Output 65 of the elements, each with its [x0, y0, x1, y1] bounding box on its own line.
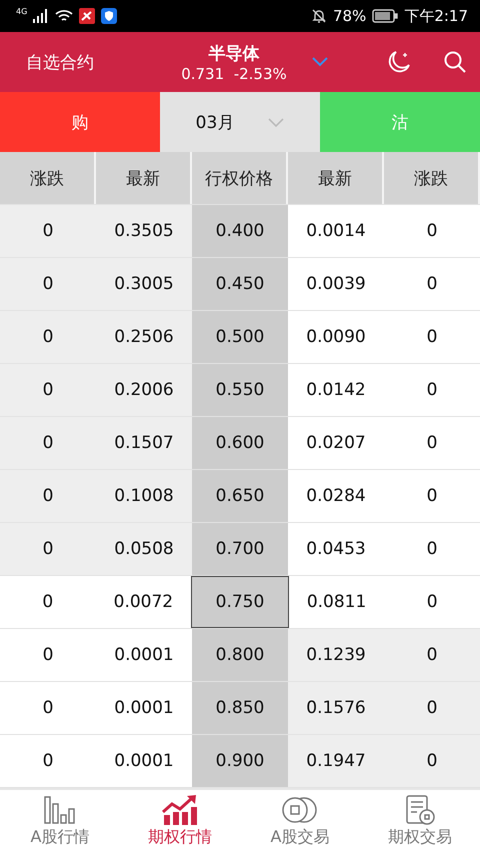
table-cell: 0 [0, 205, 96, 257]
watchlist-link[interactable]: 自选合约 [26, 50, 156, 74]
strike-cell: 0.850 [192, 682, 288, 734]
table-cell: 0.1947 [288, 735, 384, 787]
chevron-down-icon [268, 118, 284, 126]
moon-icon[interactable] [386, 49, 412, 75]
strike-cell: 0.450 [192, 258, 288, 310]
month-dropdown[interactable]: 03月 [160, 92, 320, 152]
table-cell: 0.1239 [288, 629, 384, 681]
clock: 下午2:17 [404, 6, 468, 26]
column-header: 涨跌 [0, 152, 96, 204]
strike-cell: 0.550 [192, 364, 288, 416]
nav-label: 期权交易 [388, 827, 452, 848]
app-icon [79, 8, 96, 24]
wifi-icon [55, 9, 74, 23]
table-cell: 0.0508 [96, 523, 192, 575]
table-cell: 0.3505 [96, 205, 192, 257]
table-cell: 0 [384, 629, 480, 681]
strike-cell: 0.400 [192, 205, 288, 257]
strike-cell: 0.900 [192, 735, 288, 787]
nav-tab[interactable]: A股交易 [240, 790, 360, 853]
nav-label: 期权行情 [148, 827, 212, 848]
nav-label: A股行情 [30, 827, 90, 848]
table-cell: 0 [0, 470, 96, 522]
nav-tab[interactable]: 期权交易 [360, 790, 480, 853]
signal-icon [33, 9, 50, 23]
nav-tab[interactable]: A股行情 [0, 790, 120, 853]
bell-muted-icon [310, 8, 327, 24]
table-cell: 0.1576 [288, 682, 384, 734]
table-cell: 0 [0, 311, 96, 363]
battery-icon [372, 9, 398, 23]
bar-chart-icon [43, 795, 77, 825]
coins-icon [281, 795, 319, 825]
column-header: 涨跌 [384, 152, 480, 204]
table-cell: 0 [0, 523, 96, 575]
strike-cell: 0.500 [192, 311, 288, 363]
table-cell: 0 [384, 735, 480, 787]
column-header: 行权价格 [192, 152, 288, 204]
shield-icon [101, 8, 118, 24]
column-header: 最新 [96, 152, 192, 204]
table-cell: 0.1008 [96, 470, 192, 522]
table-cell: 0.1507 [96, 417, 192, 469]
strike-cell: 0.700 [192, 523, 288, 575]
document-icon [404, 795, 436, 825]
battery-percent: 78% [332, 7, 366, 25]
underlying-price: 0.731 -2.53% [181, 64, 287, 82]
strike-cell: 0.750 [191, 576, 289, 628]
network-type: 4G [16, 7, 28, 16]
search-icon[interactable] [444, 51, 466, 73]
table-cell: 0.3005 [96, 258, 192, 310]
table-cell: 0 [384, 682, 480, 734]
table-cell: 0.2506 [96, 311, 192, 363]
nav-label: A股交易 [270, 827, 330, 848]
table-cell: 0 [0, 364, 96, 416]
table-cell: 0 [0, 258, 96, 310]
trend-chart-icon [162, 795, 198, 825]
underlying-title: 半导体 [208, 42, 260, 64]
table-cell: 0.2006 [96, 364, 192, 416]
table-cell: 0 [0, 417, 96, 469]
call-tab[interactable]: 购 [0, 92, 160, 152]
column-header: 最新 [288, 152, 384, 204]
strike-cell: 0.600 [192, 417, 288, 469]
strike-cell: 0.800 [192, 629, 288, 681]
strike-cell: 0.650 [192, 470, 288, 522]
nav-tab[interactable]: 期权行情 [120, 790, 240, 853]
